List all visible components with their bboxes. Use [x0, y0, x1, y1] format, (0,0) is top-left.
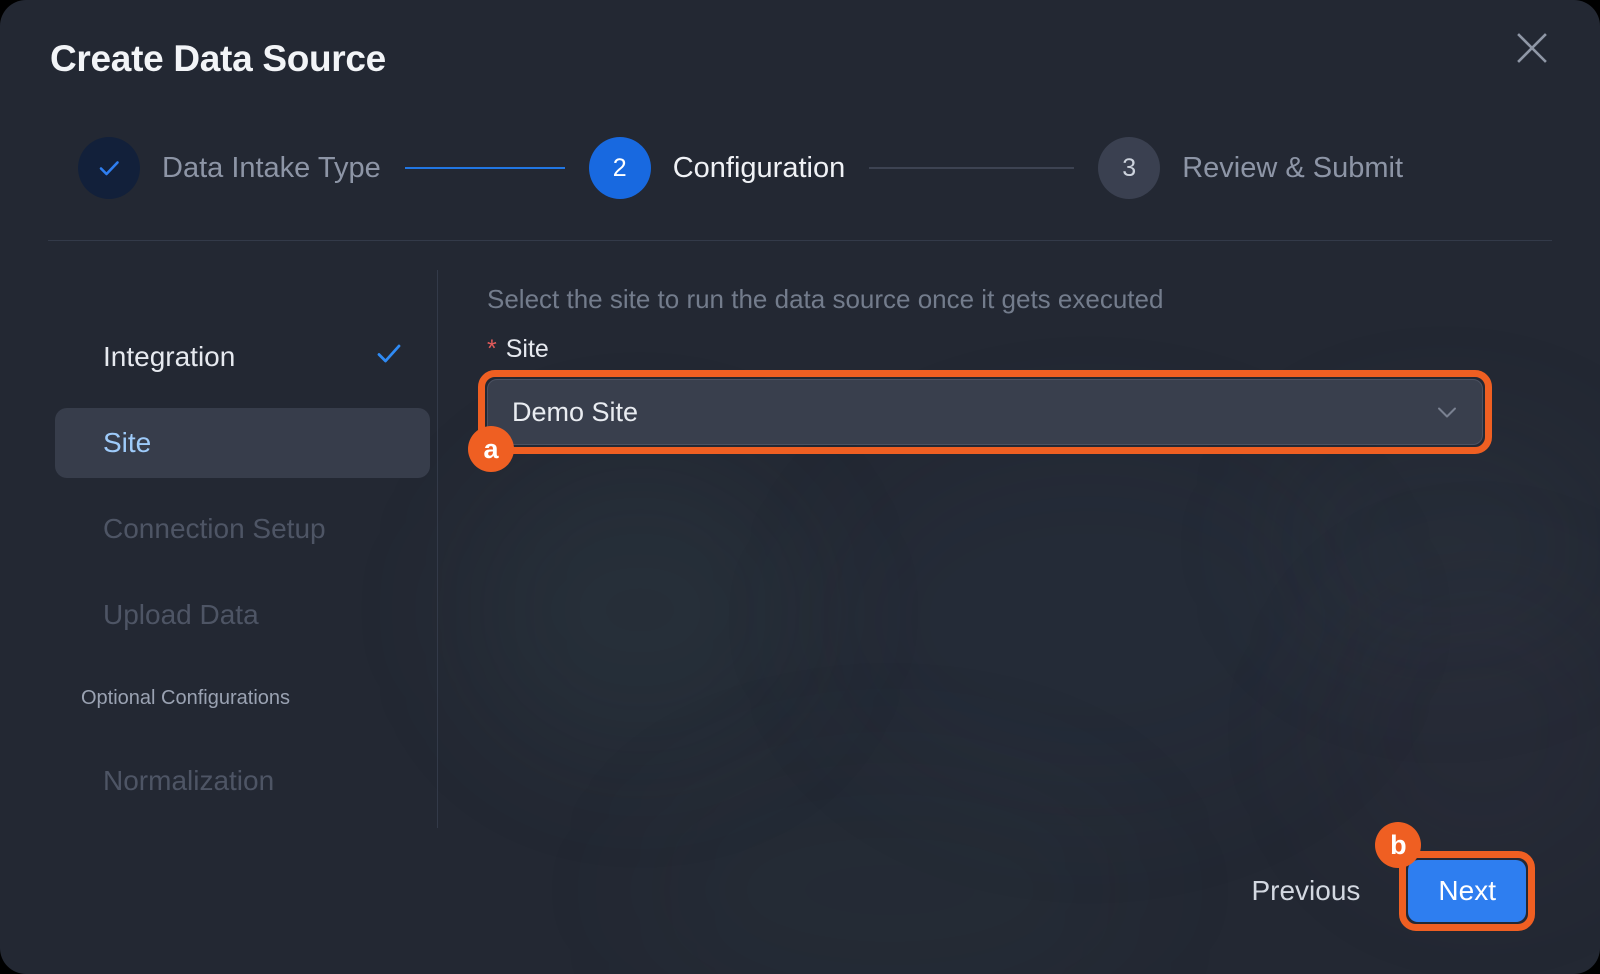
sidebar-spacer [55, 564, 430, 580]
sidebar-spacer [55, 718, 430, 746]
background-blob [1280, 430, 1600, 660]
sidebar-item-label: Connection Setup [103, 513, 404, 545]
site-select-wrapper: Demo Site a [487, 379, 1483, 445]
check-icon [374, 339, 404, 375]
step-label-3: Review & Submit [1182, 152, 1403, 185]
next-button-wrapper: Next b [1408, 860, 1526, 922]
field-label-text: Site [506, 335, 549, 364]
sidebar-item-label: Normalization [103, 765, 404, 797]
site-field-label: * Site [487, 335, 1487, 364]
step-review-submit[interactable]: 3 Review & Submit [1098, 137, 1403, 199]
wizard-footer: Previous Next b [1247, 860, 1526, 922]
sidebar-item-label: Site [103, 427, 404, 459]
step-label-1: Data Intake Type [162, 152, 381, 185]
sidebar-section-title: Optional Configurations [55, 678, 430, 718]
required-asterisk: * [487, 335, 497, 364]
config-sidebar: Integration Site Connection Setup Upload… [55, 322, 430, 816]
sidebar-spacer [55, 650, 430, 678]
page-title: Create Data Source [50, 38, 386, 80]
sidebar-item-connection-setup[interactable]: Connection Setup [55, 494, 430, 564]
wizard-stepper: Data Intake Type 2 Configuration 3 Revie… [78, 136, 1403, 200]
site-select-value: Demo Site [512, 397, 1434, 428]
step-label-2: Configuration [673, 152, 846, 185]
sidebar-item-normalization[interactable]: Normalization [55, 746, 430, 816]
step-connector-1 [405, 167, 565, 169]
sidebar-spacer [55, 478, 430, 494]
step-data-intake-type[interactable]: Data Intake Type [78, 137, 381, 199]
sidebar-item-site[interactable]: Site [55, 408, 430, 478]
background-blob [470, 460, 810, 760]
sidebar-item-label: Integration [103, 341, 374, 373]
next-button[interactable]: Next [1408, 860, 1526, 922]
step-connector-2 [869, 167, 1074, 169]
create-data-source-modal: Create Data Source Data Intake Type 2 Co… [0, 0, 1600, 974]
step-indicator-3: 3 [1098, 137, 1160, 199]
step-indicator-1 [78, 137, 140, 199]
site-select[interactable]: Demo Site [487, 379, 1483, 445]
sidebar-spacer [55, 392, 430, 408]
configuration-panel: Select the site to run the data source o… [487, 284, 1487, 445]
sidebar-item-label: Upload Data [103, 599, 404, 631]
background-blob [1330, 580, 1600, 880]
step-configuration[interactable]: 2 Configuration [589, 137, 846, 199]
close-button[interactable] [1510, 26, 1554, 70]
close-icon [1515, 31, 1549, 65]
annotation-badge-a: a [468, 426, 514, 472]
panel-description: Select the site to run the data source o… [487, 284, 1487, 315]
sidebar-item-upload-data[interactable]: Upload Data [55, 580, 430, 650]
sidebar-item-integration[interactable]: Integration [55, 322, 430, 392]
sidebar-divider [437, 270, 438, 828]
background-blob [640, 760, 1140, 974]
previous-button[interactable]: Previous [1247, 867, 1364, 915]
background-blob [830, 440, 1350, 800]
step-indicator-2: 2 [589, 137, 651, 199]
header-divider [48, 240, 1552, 241]
chevron-down-icon [1434, 399, 1460, 425]
